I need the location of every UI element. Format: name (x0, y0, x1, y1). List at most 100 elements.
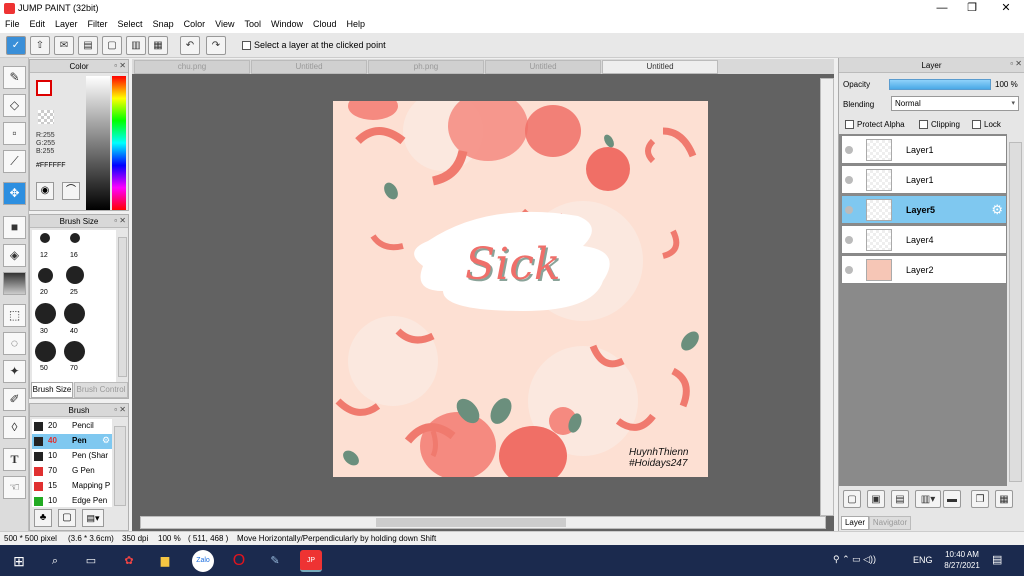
search-icon[interactable]: ⌕ (44, 550, 66, 572)
brush-item-pen-sharp[interactable]: 10 Pen (Shar (32, 449, 112, 464)
tab-ph[interactable]: ph.png (368, 60, 484, 74)
brush-list-scrollbar[interactable] (114, 426, 126, 506)
eraser-tool-icon[interactable]: ◇ (3, 94, 26, 117)
vertical-scrollbar[interactable] (820, 78, 834, 516)
hand-tool-icon[interactable]: ☜ (3, 476, 26, 499)
document-icon[interactable]: ▢ (102, 36, 122, 55)
tab-untitled-3[interactable]: Untitled (602, 60, 718, 74)
fill-rect-tool-icon[interactable]: ■ (3, 216, 26, 239)
move-tool-icon[interactable]: ✥ (3, 182, 26, 205)
duplicate-layer-icon[interactable]: ❐ (971, 490, 989, 508)
line-tool-icon[interactable]: ⟋ (3, 150, 26, 173)
tab-untitled-2[interactable]: Untitled (485, 60, 601, 74)
tab-untitled-1[interactable]: Untitled (251, 60, 367, 74)
paint-app-icon[interactable]: ✎ (264, 550, 286, 572)
protect-alpha-option[interactable]: Protect Alpha (845, 120, 905, 130)
note-icon[interactable]: ▤ (78, 36, 98, 55)
brush-settings-icon[interactable]: ♣ (34, 509, 52, 527)
brush-size-dot[interactable] (64, 303, 85, 324)
brush-menu-icon[interactable]: ▤▾ (82, 509, 104, 527)
rect-select-tool-icon[interactable]: ⬚ (3, 304, 26, 327)
menu-tool[interactable]: Tool (239, 17, 266, 29)
menu-cloud[interactable]: Cloud (308, 17, 342, 29)
new-layer-8bit-icon[interactable]: ▣ (867, 490, 885, 508)
visibility-icon[interactable] (845, 236, 853, 244)
menu-help[interactable]: Help (342, 17, 371, 29)
menu-file[interactable]: File (0, 17, 25, 29)
file-explorer-icon[interactable]: ▆ (154, 550, 176, 572)
palette-icon[interactable]: ◉ (36, 182, 54, 200)
layer-list-scrollbar[interactable] (1009, 142, 1022, 482)
tab-brush-control[interactable]: Brush Control (74, 382, 128, 398)
tab-brush-size[interactable]: Brush Size (31, 382, 73, 398)
task-view-icon[interactable]: ▭ (80, 550, 102, 572)
cloud-icon[interactable]: ✓ (6, 36, 26, 55)
protect-alpha-checkbox[interactable] (845, 120, 854, 130)
panel-close-icon[interactable]: ▫ ✕ (114, 61, 126, 70)
redo-icon[interactable]: ↷ (206, 36, 226, 55)
windows-start-icon[interactable]: ⊞ (8, 550, 30, 572)
brush-item-g-pen[interactable]: 70 G Pen (32, 464, 112, 479)
lock-option[interactable]: Lock (972, 120, 1001, 130)
clipping-checkbox[interactable] (919, 120, 928, 130)
layer-menu-icon[interactable]: ▥▾ (915, 490, 941, 508)
panel-close-icon[interactable]: ▫ ✕ (1010, 59, 1022, 68)
clipping-option[interactable]: Clipping (919, 120, 960, 130)
menu-snap[interactable]: Snap (148, 17, 179, 29)
close-button[interactable]: ✕ (990, 0, 1022, 17)
menu-color[interactable]: Color (179, 17, 211, 29)
layer-row[interactable]: Layer1 (841, 135, 1007, 164)
new-layer-1bit-icon[interactable]: ▤ (891, 490, 909, 508)
select-layer-option[interactable]: Select a layer at the clicked point (242, 40, 386, 51)
brush-size-scrollbar[interactable] (118, 237, 127, 377)
menu-edit[interactable]: Edit (25, 17, 51, 29)
brush-size-dot[interactable] (35, 303, 56, 324)
visibility-icon[interactable] (845, 206, 853, 214)
photos-app-icon[interactable]: ✿ (118, 550, 140, 572)
share-icon[interactable]: ⇧ (30, 36, 50, 55)
visibility-icon[interactable] (845, 266, 853, 274)
lasso-tool-icon[interactable]: ◌ (3, 332, 26, 355)
brush-item-edge-pen[interactable]: 10 Edge Pen (32, 494, 112, 507)
restore-button[interactable]: ❐ (956, 0, 988, 17)
brush-item-pencil[interactable]: 20 Pencil (32, 419, 112, 434)
layer-row[interactable]: Layer1 (841, 165, 1007, 194)
magic-wand-tool-icon[interactable]: ✦ (3, 360, 26, 383)
lock-checkbox[interactable] (972, 120, 981, 130)
opera-browser-icon[interactable]: O (228, 550, 250, 572)
tab-layer[interactable]: Layer (841, 516, 869, 530)
brush-size-dot[interactable] (64, 341, 85, 362)
panel-close-icon[interactable]: ▫ ✕ (114, 216, 126, 225)
brush-tool-icon[interactable]: ✎ (3, 66, 26, 89)
notification-icon[interactable]: ▤ (992, 553, 1002, 566)
blending-select[interactable]: Normal ▾ (891, 96, 1019, 111)
select-eraser-tool-icon[interactable]: ◊ (3, 416, 26, 439)
new-layer-icon[interactable]: ▢ (843, 490, 861, 508)
tab-navigator[interactable]: Navigator (869, 516, 911, 530)
hue-slider[interactable] (112, 76, 126, 210)
menu-window[interactable]: Window (266, 17, 308, 29)
artwork-canvas[interactable]: Sick HuynhThienn #Hoidays247 (333, 101, 708, 477)
select-layer-checkbox[interactable] (242, 41, 251, 51)
panel-close-icon[interactable]: ▫ ✕ (114, 405, 126, 414)
visibility-icon[interactable] (845, 176, 853, 184)
brush-item-pen[interactable]: 40 Pen ⚙ (32, 434, 112, 449)
folder-icon[interactable]: ▬ (943, 490, 961, 508)
menu-select[interactable]: Select (113, 17, 148, 29)
tab-chu[interactable]: chu.png (134, 60, 250, 74)
select-pen-tool-icon[interactable]: ✐ (3, 388, 26, 411)
undo-icon[interactable]: ↶ (180, 36, 200, 55)
page-icon[interactable]: ▥ (126, 36, 146, 55)
horizontal-scroll-thumb[interactable] (376, 518, 566, 527)
brush-item-mapping-pen[interactable]: 15 Mapping P (32, 479, 112, 494)
layer-row[interactable]: Layer2 (841, 255, 1007, 284)
eyedropper-icon[interactable]: ⌒ (62, 182, 80, 200)
settings-page-icon[interactable]: ▦ (148, 36, 168, 55)
layer-row-selected[interactable]: Layer5 ⚙ (841, 195, 1007, 224)
menu-view[interactable]: View (210, 17, 239, 29)
zalo-app-icon[interactable]: Zalo (192, 550, 214, 572)
dot-tool-icon[interactable]: ▫ (3, 122, 26, 145)
opacity-slider[interactable] (889, 79, 991, 90)
brush-size-dot[interactable] (40, 233, 50, 243)
transparent-color-swatch[interactable] (38, 110, 54, 124)
